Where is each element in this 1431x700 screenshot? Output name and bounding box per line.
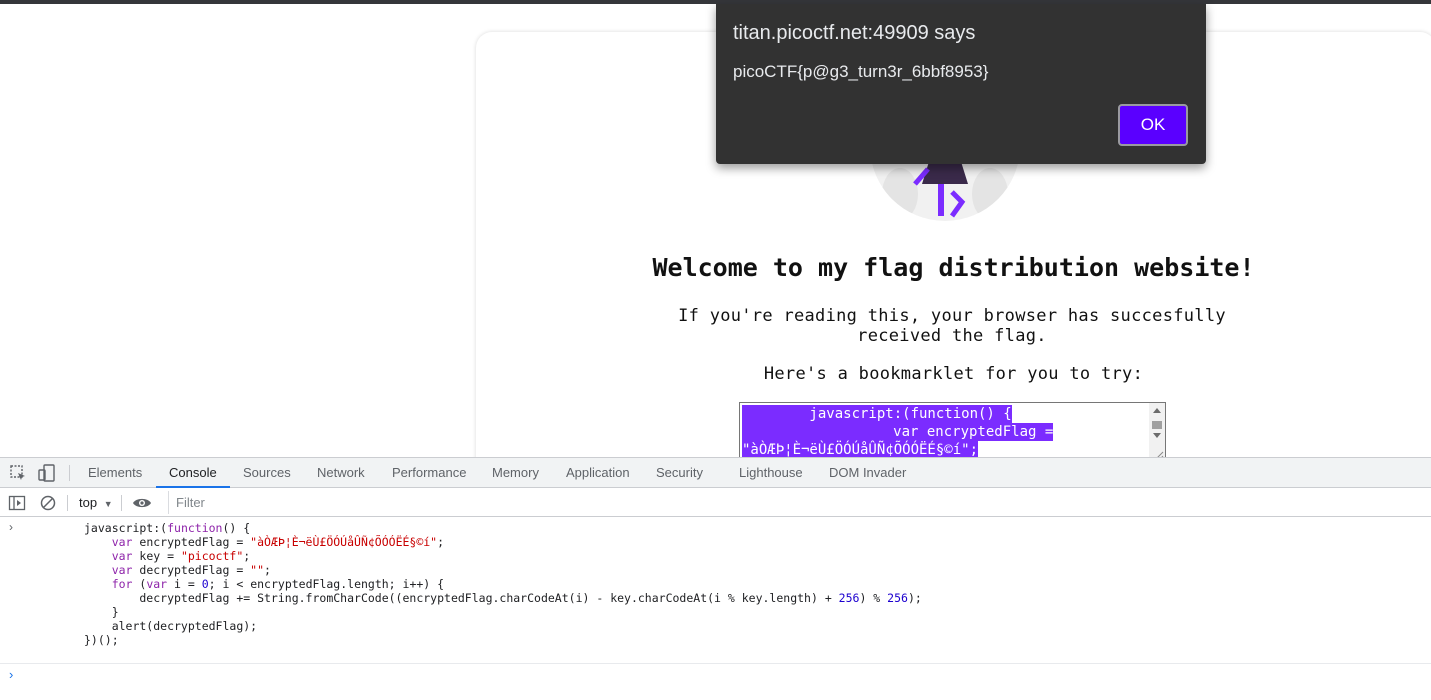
expand-arrow-icon[interactable]: › [9, 520, 13, 534]
textarea-scrollbar[interactable] [1149, 403, 1165, 457]
textarea-line-3: "àÒÆÞ¦È¬ëÙ£ÖÓÚåÛÑ¢ÕÓÓËÉ§©í"; [742, 441, 979, 457]
console-toolbar: top ▼ Filter [0, 489, 1431, 517]
toolbar-divider-2 [121, 495, 122, 511]
bookmarklet-textarea[interactable]: javascript:(function() { var encryptedFl… [739, 402, 1166, 457]
filter-input[interactable]: Filter [168, 491, 1431, 514]
dialog-title: titan.picoctf.net:49909 says [733, 22, 976, 44]
devtools-panel: Elements Console Sources Network Perform… [0, 457, 1431, 700]
ok-button[interactable]: OK [1118, 104, 1188, 146]
tab-application[interactable]: Application [566, 458, 630, 488]
device-toolbar-icon[interactable] [38, 464, 56, 482]
eye-icon[interactable] [132, 494, 151, 512]
context-selector[interactable]: top ▼ [79, 489, 113, 516]
tab-performance[interactable]: Performance [392, 458, 466, 488]
console-code-block: javascript:(function() { var encryptedFl… [84, 521, 922, 647]
dialog-message: picoCTF{p@g3_turn3r_6bbf8953} [733, 62, 989, 81]
console-output: › javascript:(function() { var encrypted… [0, 518, 1431, 700]
tab-dom-invader[interactable]: DOM Invader [829, 458, 906, 488]
tab-console[interactable]: Console [156, 458, 230, 488]
tab-lighthouse[interactable]: Lighthouse [739, 458, 803, 488]
intro-text-line-2: received the flag. [857, 326, 1047, 346]
inspect-element-icon[interactable] [9, 464, 27, 482]
textarea-line-1: javascript:(function() { [742, 405, 1012, 423]
alert-dialog: titan.picoctf.net:49909 says picoCTF{p@g… [716, 4, 1206, 164]
sidebar-toggle-icon[interactable] [8, 494, 26, 512]
tab-divider [69, 465, 70, 481]
tab-memory[interactable]: Memory [492, 458, 539, 488]
textarea-line-2: var encryptedFlag = [742, 423, 1054, 441]
tab-elements[interactable]: Elements [88, 458, 142, 488]
intro-text: If you're reading this, your browser has… [662, 306, 1242, 346]
clear-console-icon[interactable] [39, 494, 57, 512]
bookmarklet-intro: Here's a bookmarklet for you to try: [763, 364, 1144, 384]
chevron-down-icon: ▼ [103, 499, 113, 509]
context-label: top [79, 495, 98, 510]
tab-network[interactable]: Network [317, 458, 365, 488]
devtools-tab-bar: Elements Console Sources Network Perform… [0, 458, 1431, 488]
toolbar-divider [67, 495, 68, 511]
prompt-chevron-icon: › [9, 667, 14, 682]
scrollbar-arrows-icon [1152, 408, 1164, 457]
console-prompt[interactable]: › [0, 663, 1431, 693]
tab-security[interactable]: Security [656, 458, 703, 488]
intro-text-line-1: If you're reading this, your browser has… [678, 306, 1226, 326]
page-title: Welcome to my flag distribution website! [652, 253, 1255, 282]
tab-sources[interactable]: Sources [243, 458, 291, 488]
